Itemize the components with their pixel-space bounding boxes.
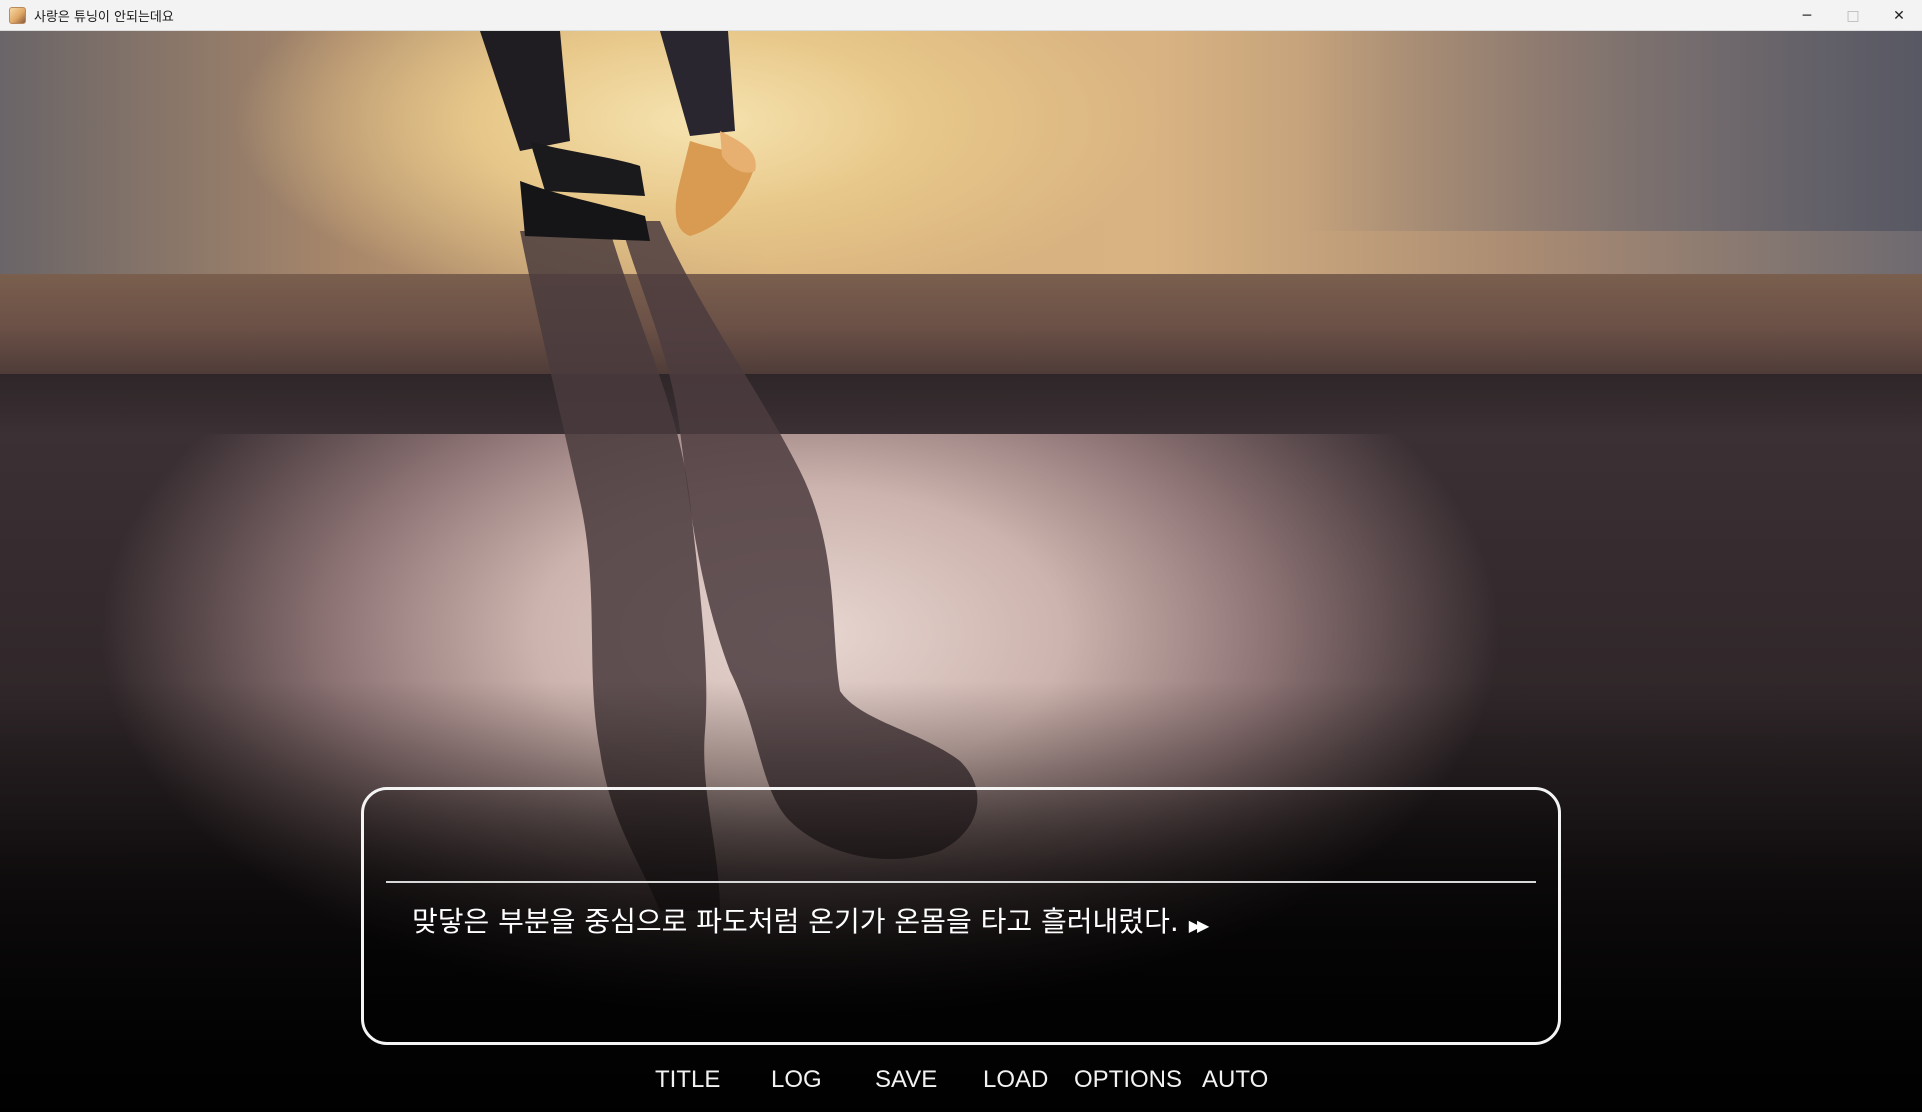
load-button[interactable]: LOAD (983, 1060, 1048, 1100)
window-controls: ─ □ ✕ (1784, 0, 1922, 31)
game-window: 사랑은 튜닝이 안되는데요 ─ □ ✕ 맞닿은 부분을 중심으로 파도처럼 온기… (0, 0, 1922, 1112)
left-figure-legs-2 (660, 31, 735, 136)
log-button[interactable]: LOG (771, 1060, 822, 1100)
options-button[interactable]: OPTIONS (1074, 1060, 1182, 1100)
scene-view[interactable]: 맞닿은 부분을 중심으로 파도처럼 온기가 온몸을 타고 흘러내렸다. ▶▶ T… (0, 31, 1922, 1112)
auto-button[interactable]: AUTO (1202, 1060, 1268, 1100)
dialogue-box[interactable]: 맞닿은 부분을 중심으로 파도처럼 온기가 온몸을 타고 흘러내렸다. ▶▶ (361, 787, 1561, 1045)
title-button[interactable]: TITLE (655, 1060, 720, 1100)
left-figure-shoe-back (530, 141, 645, 196)
quick-menu: TITLE LOG SAVE LOAD OPTIONS AUTO (0, 1060, 1922, 1100)
dialogue-text: 맞닿은 부분을 중심으로 파도처럼 온기가 온몸을 타고 흘러내렸다. (412, 905, 1179, 938)
app-icon (9, 6, 26, 24)
maximize-button[interactable]: □ (1830, 0, 1876, 31)
minimize-button[interactable]: ─ (1784, 0, 1830, 31)
dialogue-line: 맞닿은 부분을 중심으로 파도처럼 온기가 온몸을 타고 흘러내렸다. ▶▶ (412, 900, 1210, 940)
fast-forward-icon[interactable]: ▶▶ (1189, 916, 1210, 935)
name-divider (386, 881, 1536, 883)
save-button[interactable]: SAVE (875, 1060, 937, 1100)
title-bar[interactable]: 사랑은 튜닝이 안되는데요 ─ □ ✕ (0, 0, 1922, 31)
close-button[interactable]: ✕ (1876, 0, 1922, 31)
left-figure-legs (480, 31, 570, 151)
window-title: 사랑은 튜닝이 안되는데요 (34, 9, 174, 25)
